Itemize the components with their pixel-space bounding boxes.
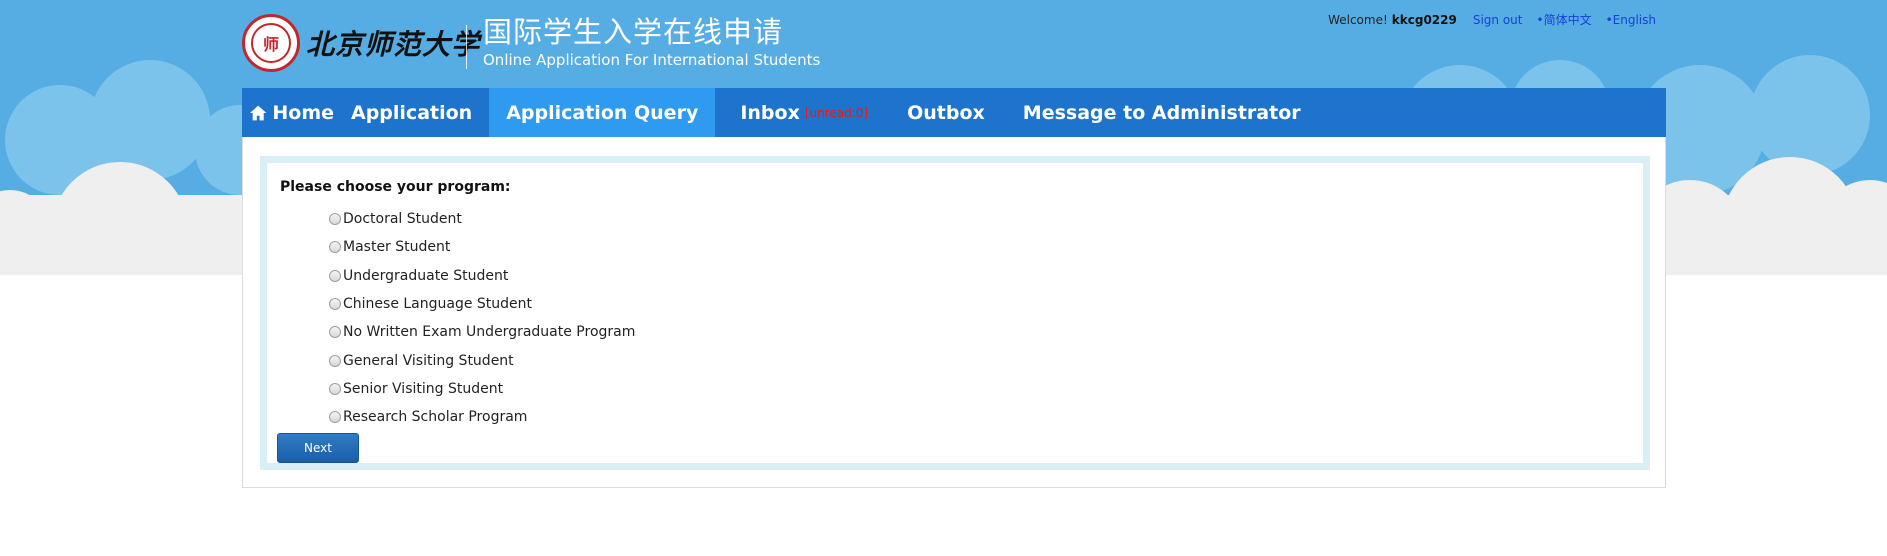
next-button[interactable]: Next	[277, 433, 359, 463]
program-form: Please choose your program: Doctoral Stu…	[260, 156, 1650, 470]
nav-outbox[interactable]: Outbox	[885, 88, 1002, 137]
option-general-visiting-student[interactable]: General Visiting Student	[329, 346, 635, 374]
radio-button[interactable]	[329, 241, 341, 254]
nav-message-admin[interactable]: Message to Administrator	[1002, 88, 1318, 137]
program-options: Doctoral Student Master Student Undergra…	[329, 205, 635, 431]
main-nav: Home Application Application Query Inbox…	[242, 88, 1666, 137]
site-title: 国际学生入学在线申请 Online Application For Intern…	[483, 14, 820, 70]
option-label: Undergraduate Student	[343, 267, 509, 284]
nav-home[interactable]: Home	[242, 88, 334, 137]
seal-glyph: 师	[262, 35, 279, 54]
inbox-unread-badge: [unread:0]	[804, 105, 869, 120]
radio-button[interactable]	[329, 354, 341, 367]
option-undergraduate-student[interactable]: Undergraduate Student	[329, 262, 635, 290]
nav-inbox-label: Inbox	[740, 101, 800, 124]
radio-button[interactable]	[329, 411, 341, 424]
radio-button[interactable]	[329, 298, 341, 311]
university-seal-icon: 师	[242, 14, 300, 72]
nav-inbox[interactable]: Inbox [unread:0]	[715, 88, 885, 137]
radio-button[interactable]	[329, 382, 341, 395]
nav-application[interactable]: Application	[334, 88, 489, 137]
option-label: Chinese Language Student	[343, 296, 533, 313]
site-title-en: Online Application For International Stu…	[483, 51, 821, 69]
lang-chinese-link[interactable]: •简体中文	[1536, 13, 1591, 27]
option-chinese-language-student[interactable]: Chinese Language Student	[329, 290, 635, 318]
site-title-cn: 国际学生入学在线申请	[483, 15, 784, 49]
header-divider	[466, 25, 467, 69]
university-name: 北京师范大学	[306, 28, 481, 61]
university-logo[interactable]: 师 北京师范大学	[242, 14, 480, 72]
option-research-scholar-program[interactable]: Research Scholar Program	[329, 403, 635, 431]
nav-home-label: Home	[272, 101, 334, 124]
option-senior-visiting-student[interactable]: Senior Visiting Student	[329, 375, 635, 403]
user-bar: Welcome! kkcg0229 Sign out •简体中文 •Englis…	[1328, 11, 1656, 28]
option-label: No Written Exam Undergraduate Program	[343, 324, 636, 341]
option-master-student[interactable]: Master Student	[329, 233, 635, 261]
lang-english-link[interactable]: •English	[1606, 13, 1656, 27]
option-label: General Visiting Student	[343, 352, 514, 369]
nav-application-query[interactable]: Application Query	[489, 88, 716, 137]
radio-button[interactable]	[329, 213, 341, 226]
option-label: Doctoral Student	[343, 211, 462, 228]
sign-out-link[interactable]: Sign out	[1473, 13, 1523, 27]
option-label: Master Student	[343, 239, 451, 256]
program-prompt: Please choose your program:	[280, 179, 511, 195]
home-icon	[249, 105, 267, 120]
site-header: 师 北京师范大学 国际学生入学在线申请 Online Application F…	[242, 0, 1666, 88]
option-label: Research Scholar Program	[343, 409, 528, 426]
username: kkcg0229	[1391, 12, 1457, 27]
welcome-text: Welcome!	[1328, 12, 1388, 27]
radio-button[interactable]	[329, 269, 341, 282]
option-no-written-exam-undergraduate[interactable]: No Written Exam Undergraduate Program	[329, 318, 635, 346]
radio-button[interactable]	[329, 326, 341, 339]
content-panel: Please choose your program: Doctoral Stu…	[242, 137, 1666, 488]
option-doctoral-student[interactable]: Doctoral Student	[329, 205, 635, 233]
option-label: Senior Visiting Student	[343, 380, 504, 397]
